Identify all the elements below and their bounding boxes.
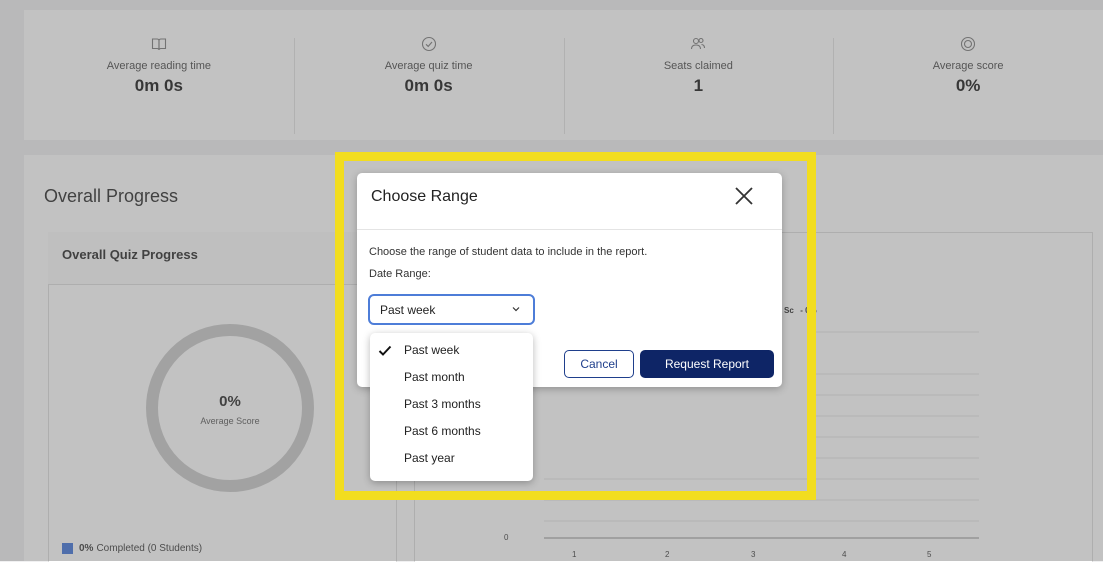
request-report-button[interactable]: Request Report — [640, 350, 774, 378]
cancel-button[interactable]: Cancel — [564, 350, 634, 378]
menu-option-past-year[interactable]: Past year — [404, 451, 455, 465]
date-range-select[interactable]: Past week — [368, 294, 535, 325]
menu-option-past-week[interactable]: Past week — [404, 343, 459, 357]
date-range-menu: Past week Past month Past 3 months Past … — [370, 333, 533, 481]
menu-option-past-month[interactable]: Past month — [404, 370, 465, 384]
dialog-divider — [357, 229, 782, 230]
dialog-title: Choose Range — [371, 188, 478, 205]
checkmark-icon — [378, 345, 392, 356]
close-icon[interactable] — [732, 184, 756, 208]
select-value: Past week — [380, 302, 436, 317]
date-range-label: Date Range: — [369, 268, 431, 280]
menu-option-past-3-months[interactable]: Past 3 months — [404, 397, 481, 411]
dialog-description: Choose the range of student data to incl… — [369, 246, 648, 258]
chevron-down-icon — [512, 307, 520, 312]
menu-option-past-6-months[interactable]: Past 6 months — [404, 424, 481, 438]
